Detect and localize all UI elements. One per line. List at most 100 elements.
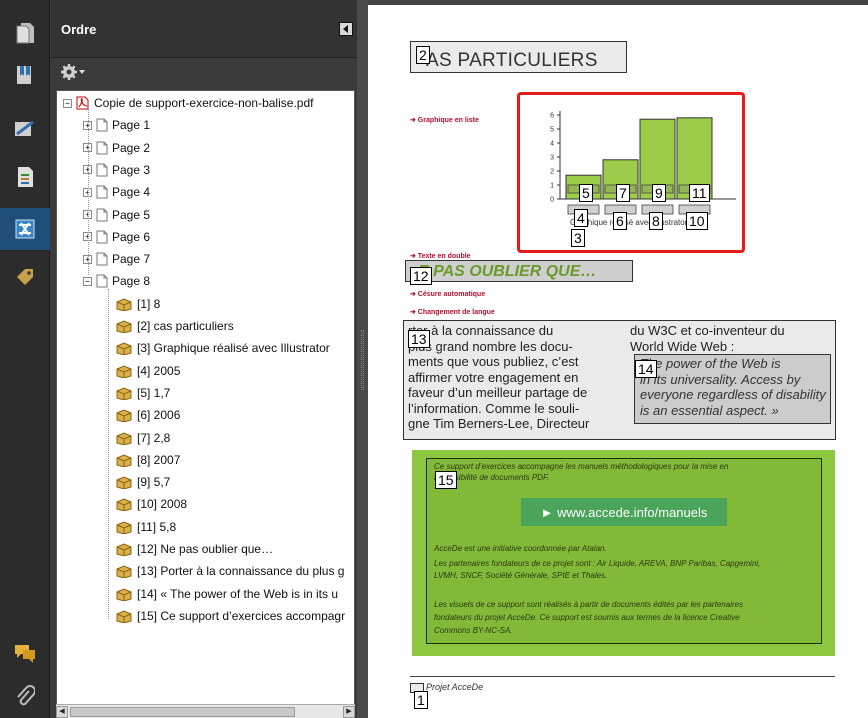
chevron-left-icon [343, 25, 348, 33]
tree-item-tag[interactable]: [1] 8 [115, 294, 160, 314]
text-line: affirmer votre engagement en [408, 369, 579, 385]
document-page: AS PARTICULIERS ➔ Graphique en liste ➔ T… [368, 0, 868, 718]
tree-item-tag[interactable]: [10] 2008 [115, 494, 187, 514]
tree-item-page[interactable]: + Page 7 [83, 249, 150, 269]
order-panel-icon[interactable] [0, 208, 50, 250]
acrobat-window: Ordre − Copie de support-exercice-non-bal… [0, 0, 868, 718]
panel-header: Ordre [51, 0, 357, 58]
tree-item-label: [8] 2007 [137, 452, 181, 467]
tree-item-page[interactable]: + Page 6 [83, 227, 150, 247]
tree-item-page[interactable]: + Page 2 [83, 138, 150, 158]
tag-container-icon [115, 609, 133, 623]
tag-container-icon [115, 475, 133, 490]
tree-item-label: Page 3 [112, 162, 151, 177]
info-intro: Ce support d’exercices accompagne les ma… [434, 461, 816, 483]
tree-item-label: Page 7 [112, 252, 151, 267]
order-number-4: 4 [574, 209, 588, 227]
tree-item-page[interactable]: + Page 4 [83, 182, 150, 202]
tag-container-icon [115, 408, 133, 423]
tree-item-tag[interactable]: [3] Graphique réalisé avec Illustrator [115, 338, 330, 358]
text-line: l’information. Comme le souli- [408, 400, 580, 416]
text-line: Ce support d’exercices accompagne les ma… [434, 462, 729, 471]
text-column-right: du W3C et co-inventeur du World Wide Web … [630, 323, 830, 354]
tree-item-label: [9] 5,7 [137, 475, 171, 490]
signatures-panel-icon[interactable] [0, 108, 50, 150]
attachments-icon[interactable] [0, 676, 50, 718]
y-tick-label: 6 [550, 113, 554, 120]
tree-item-label: Page 4 [112, 185, 151, 200]
manuels-link[interactable]: ► www.accede.info/manuels [521, 498, 727, 526]
tree-item-tag[interactable]: [9] 5,7 [115, 472, 170, 492]
page-icon [96, 141, 108, 155]
tag-container-icon [115, 564, 133, 579]
tag-container-icon [115, 297, 133, 311]
tree-item-label: [15] Ce support d’exercices accompagr [137, 608, 346, 623]
collapse-panel-button[interactable] [339, 22, 353, 36]
chart-frame: 0 1 2 3 4 5 6 [517, 92, 745, 253]
tree-item-tag[interactable]: [8] 2007 [115, 450, 180, 470]
tag-container-icon [115, 431, 133, 445]
tree-item-label: [7] 2,8 [137, 430, 171, 445]
tags-panel-icon[interactable] [0, 256, 50, 298]
tree-item-tag[interactable]: [2] cas particuliers [115, 316, 234, 336]
text-line: accessibilité de documents PDF. [434, 473, 550, 482]
tree-item-page[interactable]: + Page 5 [83, 205, 150, 225]
tree-root-document[interactable]: − Copie de support-exercice-non-balise.pd… [63, 93, 313, 113]
chevron-down-icon [79, 70, 85, 74]
horizontal-scrollbar[interactable]: ◀ ▶ [56, 704, 355, 718]
tree-item-tag[interactable]: [11] 5,8 [115, 517, 176, 537]
comments-icon[interactable] [0, 632, 50, 674]
page-icon [96, 118, 108, 132]
tree-item-label: [4] 2005 [137, 363, 181, 378]
order-number-12: 12 [410, 267, 432, 285]
label-graphique: ➔ Graphique en liste [410, 117, 479, 124]
page-icon [96, 185, 108, 199]
text-line: plus grand nombre les docu- [408, 338, 573, 354]
collapse-toggle[interactable]: − [63, 98, 72, 108]
scroll-right-button[interactable]: ▶ [343, 706, 355, 718]
tree-item-tag[interactable]: [7] 2,8 [115, 428, 170, 448]
tree-item-label: [11] 5,8 [137, 519, 177, 534]
tree-item-label: Page 5 [112, 207, 151, 222]
order-number-5: 5 [579, 184, 593, 202]
tag-container-icon [115, 520, 133, 534]
tree-item-tag[interactable]: [14] « The power of the Web is in its u [115, 584, 338, 604]
tree-item-tag[interactable]: [15] Ce support d’exercices accompagr [115, 606, 345, 626]
tag-container-icon [115, 364, 133, 378]
tree-item-tag[interactable]: [12] Ne pas oublier que… [115, 539, 273, 559]
text-line: Les partenaires fondateurs de ce projet … [434, 559, 761, 568]
tree-item-label: [13] Porter à la connaissance du plus g [137, 564, 345, 579]
text-line: fondateurs du projet AcceDe. Ce support … [434, 613, 740, 622]
panel-splitter[interactable] [357, 0, 368, 718]
order-number-2: 2 [416, 46, 430, 64]
scroll-thumb[interactable] [70, 707, 295, 717]
text-line: World Wide Web : [630, 338, 735, 354]
order-number-13: 13 [408, 330, 430, 348]
tag-container-icon [115, 497, 133, 512]
text-line: is an essential aspect. » [640, 402, 779, 418]
y-tick-label: 3 [550, 155, 554, 162]
tree-item-label: [14] « The power of the Web is in its u [137, 586, 338, 601]
tree-item-page[interactable]: + Page 3 [83, 160, 150, 180]
tree-item-tag[interactable]: [6] 2006 [115, 405, 180, 425]
chart-caption: Graphique réalisé avec Illustrator [570, 218, 688, 227]
page-icon [96, 252, 108, 266]
content-panel-icon[interactable] [0, 156, 50, 198]
text-line: Les visuels de ce support sont réalisés … [434, 600, 744, 609]
bookmarks-panel-icon[interactable] [0, 54, 50, 96]
collapse-toggle[interactable]: − [83, 276, 92, 286]
order-number-3: 3 [571, 229, 585, 247]
tree-item-tag[interactable]: [13] Porter à la connaissance du plus g [115, 561, 344, 581]
order-number-10: 10 [686, 212, 708, 230]
pages-panel-icon[interactable] [0, 12, 50, 54]
tree-item-tag[interactable]: [4] 2005 [115, 361, 180, 381]
tree-item-page[interactable]: − Page 8 [83, 271, 150, 291]
order-number-6: 6 [613, 212, 627, 230]
options-menu-button[interactable] [61, 62, 89, 82]
text-line: LVMH, SNCF, Société Générale, SPIE et Th… [434, 571, 608, 580]
scroll-left-button[interactable]: ◀ [56, 706, 68, 718]
tree-item-tag[interactable]: [5] 1,7 [115, 383, 170, 403]
info-p3: Les visuels de ce support sont réalisés … [434, 598, 816, 637]
info-p2: Les partenaires fondateurs de ce projet … [434, 558, 816, 582]
tree-item-page[interactable]: + Page 1 [83, 115, 150, 135]
